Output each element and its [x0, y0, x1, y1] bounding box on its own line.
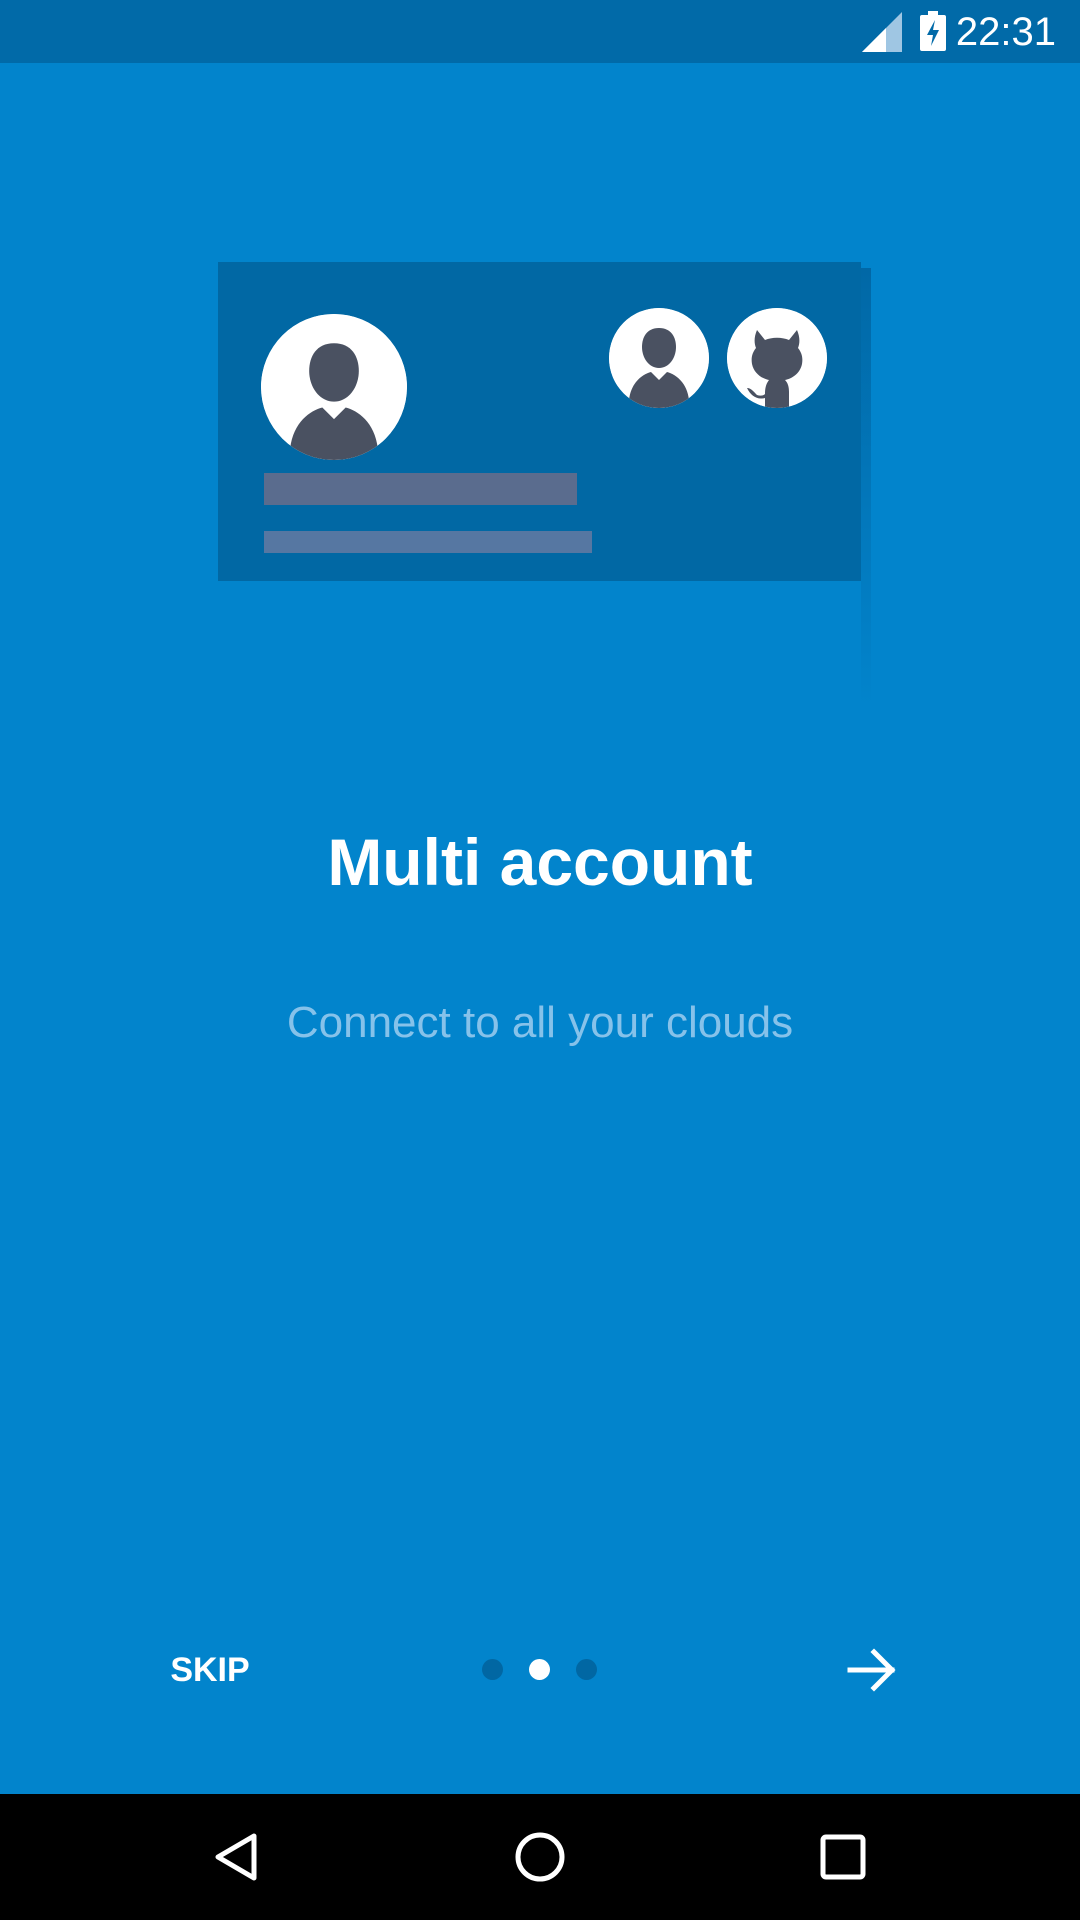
home-button[interactable] [505, 1822, 575, 1892]
recents-button[interactable] [808, 1822, 878, 1892]
home-circle-icon [515, 1832, 565, 1882]
card-text-line [264, 473, 577, 505]
card-text-line [264, 531, 592, 553]
page-dot[interactable] [576, 1659, 597, 1680]
github-octocat-icon [727, 308, 827, 408]
back-triangle-icon [215, 1833, 257, 1881]
battery-charging-icon [920, 11, 946, 51]
recents-square-icon [820, 1834, 866, 1880]
arrow-right-icon [847, 1648, 896, 1692]
page-indicator [480, 1657, 600, 1683]
page-dot-active[interactable] [529, 1659, 550, 1680]
page-subtitle: Connect to all your clouds [286, 998, 794, 1047]
back-button[interactable] [202, 1822, 272, 1892]
account-card [218, 262, 861, 581]
onboarding-screen: 22:31 Multi account Connect to all your … [0, 0, 1080, 1920]
status-bar: 22:31 [0, 0, 1080, 63]
page-dot[interactable] [482, 1659, 503, 1680]
page-title: Multi account [327, 825, 753, 899]
skip-button[interactable]: SKIP [150, 1640, 270, 1700]
status-time: 22:31 [955, 10, 1056, 54]
multi-account-illustration [218, 262, 871, 708]
next-button[interactable] [840, 1640, 904, 1700]
card-shadow [861, 268, 871, 708]
navigation-bar [0, 1794, 1080, 1920]
person-silhouette-icon [261, 314, 407, 460]
person-silhouette-icon [609, 308, 709, 408]
cell-signal-icon [862, 12, 902, 52]
